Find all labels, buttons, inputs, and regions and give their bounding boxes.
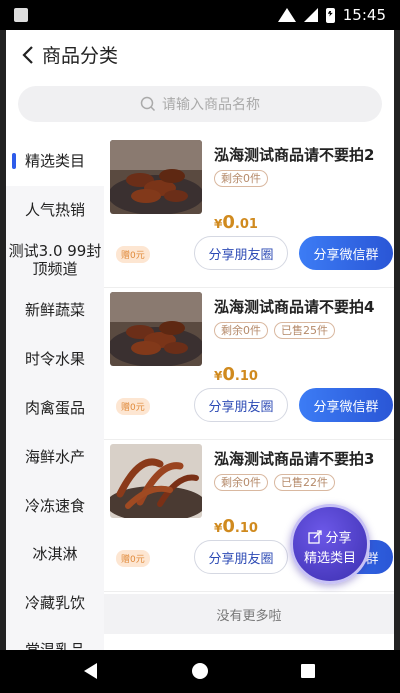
share-icon [308, 529, 323, 544]
sidebar-item-label: 新鲜蔬菜 [24, 301, 85, 319]
device-frame: 15:45 商品分类 请输入商品名称 精选类目 人气热销 测试3.0 99封顶频… [0, 0, 400, 693]
sidebar-item-fruits[interactable]: 时令水果 [6, 347, 104, 371]
tag-row: 剩余0件 已售22件 [214, 474, 335, 491]
status-bar: 15:45 [0, 0, 400, 30]
sidebar-item-icecream[interactable]: 冰淇淋 [6, 542, 104, 566]
price: ¥0.10 [214, 516, 258, 537]
header: 商品分类 [6, 30, 394, 80]
status-time: 15:45 [342, 6, 386, 24]
product-card[interactable]: 泓海测试商品请不要拍2 剩余0件 ¥0.01 赠0元 分享朋友圈 分享微信群 [104, 136, 394, 288]
nav-back-icon[interactable] [84, 663, 97, 679]
product-title[interactable]: 泓海测试商品请不要拍4 [214, 296, 389, 317]
float-share-category: 精选类目 [303, 551, 356, 566]
tag-row: 剩余0件 已售25件 [214, 322, 335, 339]
sidebar-item-test-channel[interactable]: 测试3.0 99封顶频道 [6, 242, 104, 282]
page-title: 商品分类 [42, 45, 119, 67]
product-card[interactable]: 泓海测试商品请不要拍4 剩余0件 已售25件 ¥0.10 赠0元 分享朋友圈 分… [104, 288, 394, 440]
search-placeholder: 请输入商品名称 [162, 97, 260, 113]
sidebar-item-chilled-dairy[interactable]: 冷藏乳饮 [6, 591, 104, 615]
float-share-line1: 分享 [293, 527, 367, 546]
gift-badge: 赠0元 [116, 246, 150, 263]
float-share-label: 分享 [325, 531, 352, 546]
gift-badge: 赠0元 [116, 550, 150, 567]
sidebar-item-label: 常温乳品 [24, 641, 85, 650]
share-moments-button[interactable]: 分享朋友圈 [194, 236, 288, 270]
battery-icon [325, 7, 335, 23]
sidebar-item-featured[interactable]: 精选类目 [6, 136, 104, 186]
gift-badge: 赠0元 [116, 398, 150, 415]
price-integer: 0 [222, 364, 235, 385]
product-title[interactable]: 泓海测试商品请不要拍2 [214, 144, 389, 165]
share-wechat-group-button[interactable]: 分享微信群 [299, 388, 393, 422]
sidebar-item-frozen[interactable]: 冷冻速食 [6, 494, 104, 518]
product-image[interactable] [110, 292, 202, 366]
stock-tag: 剩余0件 [214, 474, 268, 491]
sidebar-item-label: 时令水果 [24, 350, 85, 368]
sidebar-item-label: 冰淇淋 [32, 545, 78, 563]
price-integer: 0 [222, 212, 235, 233]
share-moments-button[interactable]: 分享朋友圈 [194, 540, 288, 574]
android-nav-bar [0, 650, 400, 693]
price-decimal: .01 [234, 217, 258, 232]
share-moments-button[interactable]: 分享朋友圈 [194, 388, 288, 422]
price-integer: 0 [222, 516, 235, 537]
sidebar-item-label: 测试3.0 99封顶频道 [8, 242, 102, 278]
floating-share-button[interactable]: 分享 精选类目 [290, 504, 370, 584]
sidebar-item-seafood[interactable]: 海鲜水产 [6, 445, 104, 469]
price-decimal: .10 [234, 521, 258, 536]
no-more-label: 没有更多啦 [104, 594, 394, 634]
sidebar-item-label: 人气热销 [24, 201, 85, 219]
stock-tag: 剩余0件 [214, 322, 268, 339]
sold-tag: 已售22件 [274, 474, 335, 491]
category-sidebar: 精选类目 人气热销 测试3.0 99封顶频道 新鲜蔬菜 时令水果 肉禽蛋品 海鲜… [6, 136, 104, 650]
nav-recent-icon[interactable] [301, 664, 315, 678]
active-indicator [12, 153, 16, 169]
product-title[interactable]: 泓海测试商品请不要拍3 [214, 448, 389, 469]
sidebar-item-ambient-dairy[interactable]: 常温乳品 [6, 638, 104, 650]
stock-tag: 剩余0件 [214, 170, 268, 187]
sidebar-item-hot[interactable]: 人气热销 [6, 198, 104, 222]
sim-icon [14, 8, 28, 22]
sidebar-item-label: 冷冻速食 [24, 497, 85, 515]
product-image[interactable] [110, 444, 202, 518]
wifi-icon [277, 8, 296, 22]
sidebar-item-label: 肉禽蛋品 [24, 399, 85, 417]
sidebar-item-label: 冷藏乳饮 [24, 594, 85, 612]
sold-tag: 已售25件 [274, 322, 335, 339]
app-screen: 商品分类 请输入商品名称 精选类目 人气热销 测试3.0 99封顶频道 新鲜蔬菜 [6, 30, 394, 650]
search-input[interactable]: 请输入商品名称 [18, 86, 382, 122]
sidebar-item-label: 精选类目 [24, 152, 85, 170]
product-image[interactable] [110, 140, 202, 214]
share-wechat-group-button[interactable]: 分享微信群 [299, 236, 393, 270]
back-icon[interactable] [18, 44, 40, 66]
price: ¥0.10 [214, 364, 258, 385]
signal-icon [303, 8, 318, 22]
price-decimal: .10 [234, 369, 258, 384]
sidebar-item-vegetables[interactable]: 新鲜蔬菜 [6, 298, 104, 322]
nav-home-icon[interactable] [192, 663, 208, 679]
sidebar-item-meat-eggs[interactable]: 肉禽蛋品 [6, 396, 104, 420]
price: ¥0.01 [214, 212, 258, 233]
sidebar-item-label: 海鲜水产 [24, 448, 85, 466]
search-icon [140, 96, 156, 112]
tag-row: 剩余0件 [214, 170, 268, 187]
status-right: 15:45 [277, 6, 386, 24]
